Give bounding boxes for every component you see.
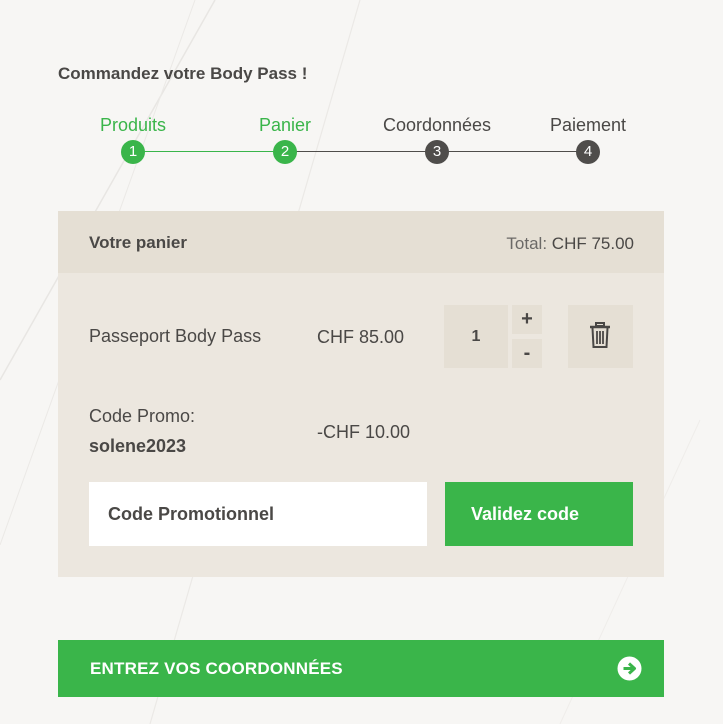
promo-discount: -CHF 10.00	[317, 422, 411, 442]
enter-details-label: ENTREZ VOS COORDONNÉES	[90, 659, 343, 678]
cart-item-name: Passeport Body Pass	[89, 326, 262, 346]
promo-code-input[interactable]	[89, 482, 427, 546]
quantity-decrement-button[interactable]: -	[512, 339, 542, 368]
cart-item-price: CHF 85.00	[317, 327, 405, 347]
cart-total: Total: CHF 75.00	[506, 234, 634, 254]
promo-code-applied: solene2023	[89, 436, 187, 456]
cart-panel: Votre panier Total: CHF 75.00 Passeport …	[58, 211, 664, 577]
step-number-paiement: 4	[576, 140, 600, 164]
step-number-produits[interactable]: 1	[121, 140, 145, 164]
stepper-line-complete	[133, 151, 285, 152]
arrow-right-circle-icon	[617, 656, 642, 681]
quantity-value[interactable]: 1	[444, 305, 508, 368]
enter-details-button[interactable]: ENTREZ VOS COORDONNÉES	[58, 640, 664, 697]
step-label-produits[interactable]: Produits	[100, 115, 166, 136]
promo-label: Code Promo:	[89, 406, 196, 426]
step-label-paiement: Paiement	[549, 115, 627, 135]
step-number-coordonnees: 3	[425, 140, 449, 164]
step-label-coordonnees: Coordonnées	[382, 115, 492, 135]
cart-title: Votre panier	[89, 233, 187, 252]
cart-total-label: Total:	[506, 234, 548, 253]
trash-icon	[590, 322, 610, 348]
quantity-increment-button[interactable]: +	[512, 305, 542, 334]
cart-header: Votre panier Total: CHF 75.00	[58, 211, 664, 273]
cart-total-value: CHF 75.00	[551, 234, 634, 253]
step-label-panier[interactable]: Panier	[259, 115, 311, 136]
remove-item-button[interactable]	[568, 305, 633, 368]
validate-code-button[interactable]: Validez code	[445, 482, 633, 546]
step-number-panier[interactable]: 2	[273, 140, 297, 164]
checkout-stepper: Produits 1 Panier 2 Coordonnées 3 Paieme…	[0, 0, 723, 200]
